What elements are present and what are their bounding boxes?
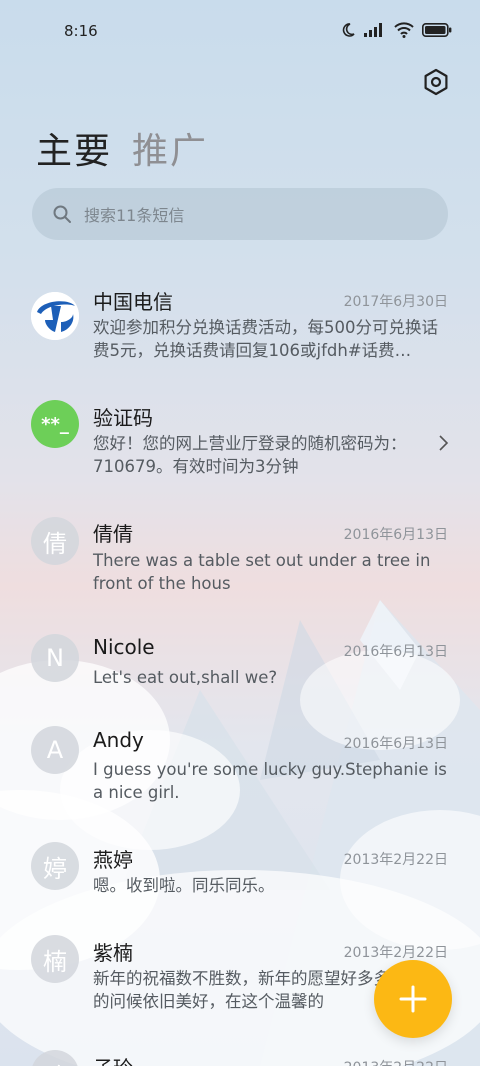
avatar-initial: 楠	[43, 947, 67, 976]
message-preview: There was a table set out under a tree i…	[93, 551, 431, 593]
contact-name: 倩倩	[93, 522, 133, 546]
avatar	[31, 292, 79, 340]
contact-name: 燕婷	[93, 848, 133, 872]
message-preview: 嗯。收到啦。同乐同乐。	[93, 876, 275, 895]
status-bar: 8:16	[0, 0, 480, 62]
message-date: 2013年2月22日	[343, 945, 448, 961]
contact-name: 验证码	[93, 406, 153, 430]
settings-button[interactable]	[422, 68, 450, 96]
avatar-initial: 玲	[43, 1057, 67, 1066]
avatar: **_	[31, 400, 79, 448]
contact-name: Andy	[93, 728, 144, 752]
message-date: 2016年6月13日	[343, 527, 448, 543]
avatar: 婷	[31, 842, 79, 890]
message-date: 2016年6月13日	[343, 644, 448, 660]
message-preview: 欢迎参加积分兑换话费活动，每500分可兑换话费5元，兑换话费请回复106或jfd…	[93, 318, 438, 360]
search-placeholder: 搜索11条短信	[84, 206, 185, 225]
china-telecom-logo-icon	[31, 292, 79, 340]
avatar-initial: 婷	[43, 854, 67, 883]
avatar: A	[31, 726, 79, 774]
moon-icon	[342, 23, 355, 37]
search-icon	[53, 205, 71, 223]
plus-icon	[399, 985, 427, 1013]
avatar: N	[31, 634, 79, 682]
search-bar[interactable]: 搜索11条短信	[32, 188, 448, 240]
compose-fab[interactable]	[374, 960, 452, 1038]
avatar-initial: 倩	[43, 529, 67, 558]
avatar-initial: A	[46, 736, 64, 764]
avatar-initial: N	[46, 644, 64, 672]
message-preview: Let's eat out,shall we?	[93, 668, 278, 687]
message-preview: 您好！您的网上营业厅登录的随机密码为：710679。有效时间为3分钟	[93, 434, 407, 476]
category-tabs: 主要 推广	[36, 122, 208, 174]
contact-name: 中国电信	[93, 290, 173, 314]
contact-name: Nicole	[93, 635, 155, 659]
signal-icon	[364, 23, 382, 37]
status-icons	[340, 22, 452, 38]
contact-name: 紫楠	[93, 941, 133, 965]
contact-name: 子玲	[93, 1052, 133, 1066]
message-date: 2013年2月22日	[344, 1057, 448, 1066]
avatar-initial: **_	[41, 413, 69, 435]
settings-hexagon-icon	[424, 68, 448, 96]
tab-primary[interactable]: 主要	[36, 122, 112, 174]
message-date: 2016年6月13日	[343, 736, 448, 752]
tab-promotions[interactable]: 推广	[132, 122, 208, 174]
avatar: 楠	[31, 935, 79, 983]
status-time: 8:16	[64, 22, 98, 40]
message-date: 2017年6月30日	[343, 294, 448, 310]
avatar: 倩	[31, 517, 79, 565]
message-date: 2013年2月22日	[343, 852, 448, 868]
wifi-icon	[394, 22, 414, 38]
message-preview: I guess you're some lucky guy.Stephanie …	[93, 760, 447, 802]
battery-icon	[422, 23, 452, 37]
